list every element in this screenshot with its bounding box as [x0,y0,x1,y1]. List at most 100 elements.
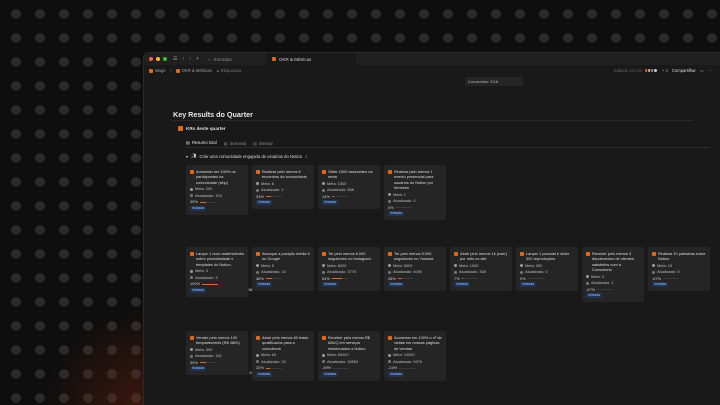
target-icon [190,269,193,273]
progress-bar [597,289,614,291]
progress-percent: -24% [388,365,398,371]
card-current: Atualizado: 35563 [322,359,376,364]
progress-percent: -39% [322,365,332,371]
kr-card[interactable]: Aumentar em 100% os participantes na com… [186,165,248,215]
status-badge: Iniciada [388,282,405,288]
status-badge: Iniciada [190,366,207,372]
minimize-button[interactable] [156,57,160,61]
titlebar: ☰ ‹ › + ⌂ Entradas OKR & Métricas [144,53,720,65]
breadcrumb-mago[interactable]: Mago [149,68,165,73]
progress-bar [265,367,282,369]
page-icon [256,335,260,340]
status-badge: Iniciada [190,287,207,293]
clock-icon [256,270,259,274]
card-meta: Meta: 6 [256,181,310,186]
progress-fill [265,278,272,280]
page-icon [190,335,194,340]
card-current: Atualizado: 3 [190,275,244,280]
kr-card[interactable]: Ter pelo menos 6.000 seguidores no Insta… [318,247,380,292]
card-title-text: Realizar pelo menos 6 encontros da comun… [262,169,307,180]
card-title: Receber pelo menos R$ 60k/Q em serviços … [322,335,376,351]
kr-card[interactable]: Receber pelo menos 3 depoimentos de clie… [582,247,644,303]
lock-icon: 🔒︎ [216,68,219,73]
status-badge: Iniciada [454,282,471,288]
divider [186,147,710,148]
kr-card[interactable]: Vender pelo menos 100 templates/mês (R$ … [186,331,248,376]
card-title-text: Aumentar em 100% os participantes na com… [196,169,236,185]
card-title-text: Receber pelo menos 3 depoimentos de clie… [592,251,634,273]
progress-fill [331,278,342,280]
collapse-chevron-icon[interactable]: ▾ [186,154,188,159]
page-icon [388,335,392,340]
more-icon[interactable]: ⋯ [708,68,712,73]
card-meta: Meta: 15 [652,263,706,268]
page-toolbar: Mago / OKR & Métricas 🔒︎ Bloqueada Edita… [144,65,720,76]
group-header[interactable]: ▾ 👥︎ Criar uma comunidade engajada de usuá… [186,153,307,159]
close-button[interactable] [149,57,153,61]
kr-card[interactable]: Lançar 1 novo material/mês sobre produti… [186,247,248,297]
view-label: Mensal [259,140,273,146]
card-meta: Meta: 300 [520,263,574,268]
card-meta: Meta: 5 [256,263,310,268]
card-title: Atrair pelo menos 60 leads qualificados … [256,335,310,351]
clock-icon [256,360,259,364]
card-meta: Meta: 1000 [454,263,508,268]
meta-value: Meta: 5 [261,262,274,268]
new-tab-icon[interactable]: + [196,56,199,62]
kr-card[interactable]: Realizar pelo menos 1 evento presencial … [384,165,446,221]
progress-bar [395,207,412,209]
progress-bar [397,278,414,280]
database-title[interactable]: KRs deste quarter [178,126,226,131]
progress-bar [461,278,478,280]
kr-card[interactable]: Ter pelo menos 5.000 seguidores no Youtu… [384,247,446,292]
meta-value: Meta: 60000 [327,352,349,358]
kr-card[interactable]: Atrair pelo menos 60 leads qualificados … [252,331,314,381]
card-title: Realizar pelo menos 6 encontros da comun… [256,169,310,180]
page-icon [652,251,656,256]
status-badge: Iniciada [322,282,339,288]
card-meta: Meta: 6000 [322,263,376,268]
progress-fill [265,367,270,369]
breadcrumb-separator: / [170,68,172,73]
current-value: Atualizado: 35563 [327,358,359,364]
group-count: 4 [305,153,308,159]
kr-card[interactable]: Aumentar em 100% o nº de visitas em noss… [384,331,446,381]
kr-card[interactable]: Obter 1500 assinantes na news Meta: 1500 A… [318,165,380,210]
card-title: Aumentar em 100% o nº de visitas em noss… [388,335,442,351]
tab-entradas[interactable]: ⌂ Entradas [202,53,238,65]
sidebar-toggle-icon[interactable]: ☰ [173,56,177,62]
target-icon [190,348,193,352]
breadcrumb-okr[interactable]: OKR & Métricas [175,68,212,73]
share-button[interactable]: Compartilhar [672,68,696,73]
card-title: Lançar 1 novo material/mês sobre produti… [190,251,244,267]
progress-bar [399,367,416,369]
comment-icon[interactable]: ▭ [700,68,704,73]
status-badge: Iniciada [652,282,669,288]
card-title-text: Atrair pelo menos 60 leads qualificados … [262,335,309,351]
forward-arrow-icon[interactable]: › [189,56,191,62]
card-meta: Meta: 3 [190,268,244,273]
tab-label: OKR & Métricas [279,56,312,62]
tab-okr[interactable]: OKR & Métricas [266,53,356,65]
kr-card[interactable]: Receber pelo menos R$ 60k/Q em serviços … [318,331,380,381]
progress-bar [331,196,348,198]
notion-window: ☰ ‹ › + ⌂ Entradas OKR & Métricas Mago /… [143,52,720,405]
back-arrow-icon[interactable]: ‹ [182,56,184,62]
clock-icon [190,276,193,280]
card-meta: Meta: 10000 [388,352,442,357]
card-current: Atualizado: 5 [652,269,706,274]
avatars[interactable] [643,68,658,73]
kr-card[interactable]: Realizar 10 palestras sobre Notion Meta: … [648,247,710,292]
kr-card[interactable]: Atrair pelo menos 1k (user) por mês no s… [450,247,512,292]
kr-card[interactable]: Lançar 1 podcast e obter 300 reproduções… [516,247,578,292]
page-icon [256,251,260,256]
kr-card[interactable]: Alcançar a posição média 5 no Google Meta… [252,247,314,292]
meta-value: Meta: 60 [261,352,277,358]
card-title-text: Realizar 10 palestras sobre Notion [658,251,706,262]
maximize-button[interactable] [163,57,167,61]
breadcrumb-lock[interactable]: 🔒︎ Bloqueada [217,68,241,73]
clock-icon [256,188,259,192]
board-icon: ▤ [186,140,190,145]
card-current: Atualizado: 5376 [388,359,442,364]
kr-card[interactable]: Realizar pelo menos 6 encontros da comun… [252,165,314,210]
